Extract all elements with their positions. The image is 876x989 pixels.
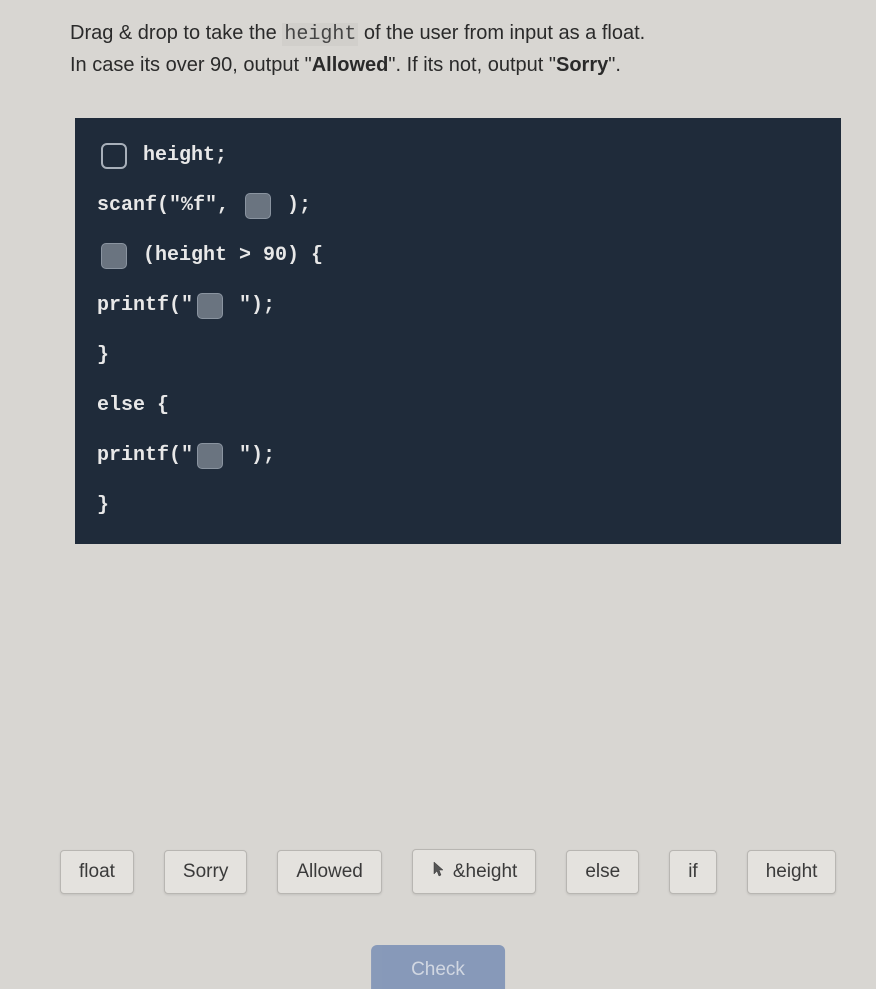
code-line-8: }: [97, 492, 819, 520]
option-if[interactable]: if: [669, 850, 717, 894]
option-allowed[interactable]: Allowed: [277, 850, 382, 894]
instruction-text-part: of the user from input as a float.: [358, 22, 645, 44]
option-float[interactable]: float: [60, 850, 134, 894]
code-line-7: printf(" ");: [97, 442, 819, 470]
code-text: height;: [131, 142, 227, 170]
instruction-bold: Allowed: [312, 54, 389, 76]
drop-slot-5[interactable]: [197, 443, 223, 469]
option-label: float: [79, 861, 115, 883]
drop-slot-2[interactable]: [245, 193, 271, 219]
code-text: ");: [227, 442, 275, 470]
code-text: ");: [227, 292, 275, 320]
inline-code: height: [282, 23, 358, 46]
code-line-4: printf(" ");: [97, 292, 819, 320]
option-label: Allowed: [296, 861, 363, 883]
option-else[interactable]: else: [566, 850, 639, 894]
option-label: if: [688, 861, 698, 883]
option-label: &height: [453, 861, 517, 883]
drop-slot-4[interactable]: [197, 293, 223, 319]
cursor-icon: [431, 860, 447, 883]
drag-options-bar: float Sorry Allowed &height else if heig…: [0, 849, 876, 894]
code-editor: height; scanf("%f", ); (height > 90) { p…: [75, 118, 841, 544]
instruction-text-part: In case its over 90, output ": [70, 54, 312, 76]
code-text: else {: [97, 392, 169, 420]
code-line-1: height;: [97, 142, 819, 170]
instruction-text-part: ".: [608, 54, 621, 76]
instruction-bold: Sorry: [556, 54, 608, 76]
code-text: printf(": [97, 442, 193, 470]
code-line-2: scanf("%f", );: [97, 192, 819, 220]
code-text: (height > 90) {: [131, 242, 323, 270]
drop-slot-3[interactable]: [101, 243, 127, 269]
code-text: scanf("%f",: [97, 192, 241, 220]
code-line-3: (height > 90) {: [97, 242, 819, 270]
instruction-text: Drag & drop to take the height of the us…: [0, 0, 876, 90]
code-text: }: [97, 342, 109, 370]
option-label: height: [766, 861, 818, 883]
code-text: );: [275, 192, 311, 220]
code-text: printf(": [97, 292, 193, 320]
code-text: }: [97, 492, 109, 520]
option-sorry[interactable]: Sorry: [164, 850, 247, 894]
code-line-6: else {: [97, 392, 819, 420]
option-amp-height[interactable]: &height: [412, 849, 536, 894]
option-label: else: [585, 861, 620, 883]
instruction-text-part: Drag & drop to take the: [70, 22, 282, 44]
code-line-5: }: [97, 342, 819, 370]
option-label: Sorry: [183, 861, 228, 883]
drop-slot-1[interactable]: [101, 143, 127, 169]
check-button[interactable]: Check: [371, 945, 505, 989]
instruction-text-part: ". If its not, output ": [388, 54, 556, 76]
option-height[interactable]: height: [747, 850, 837, 894]
